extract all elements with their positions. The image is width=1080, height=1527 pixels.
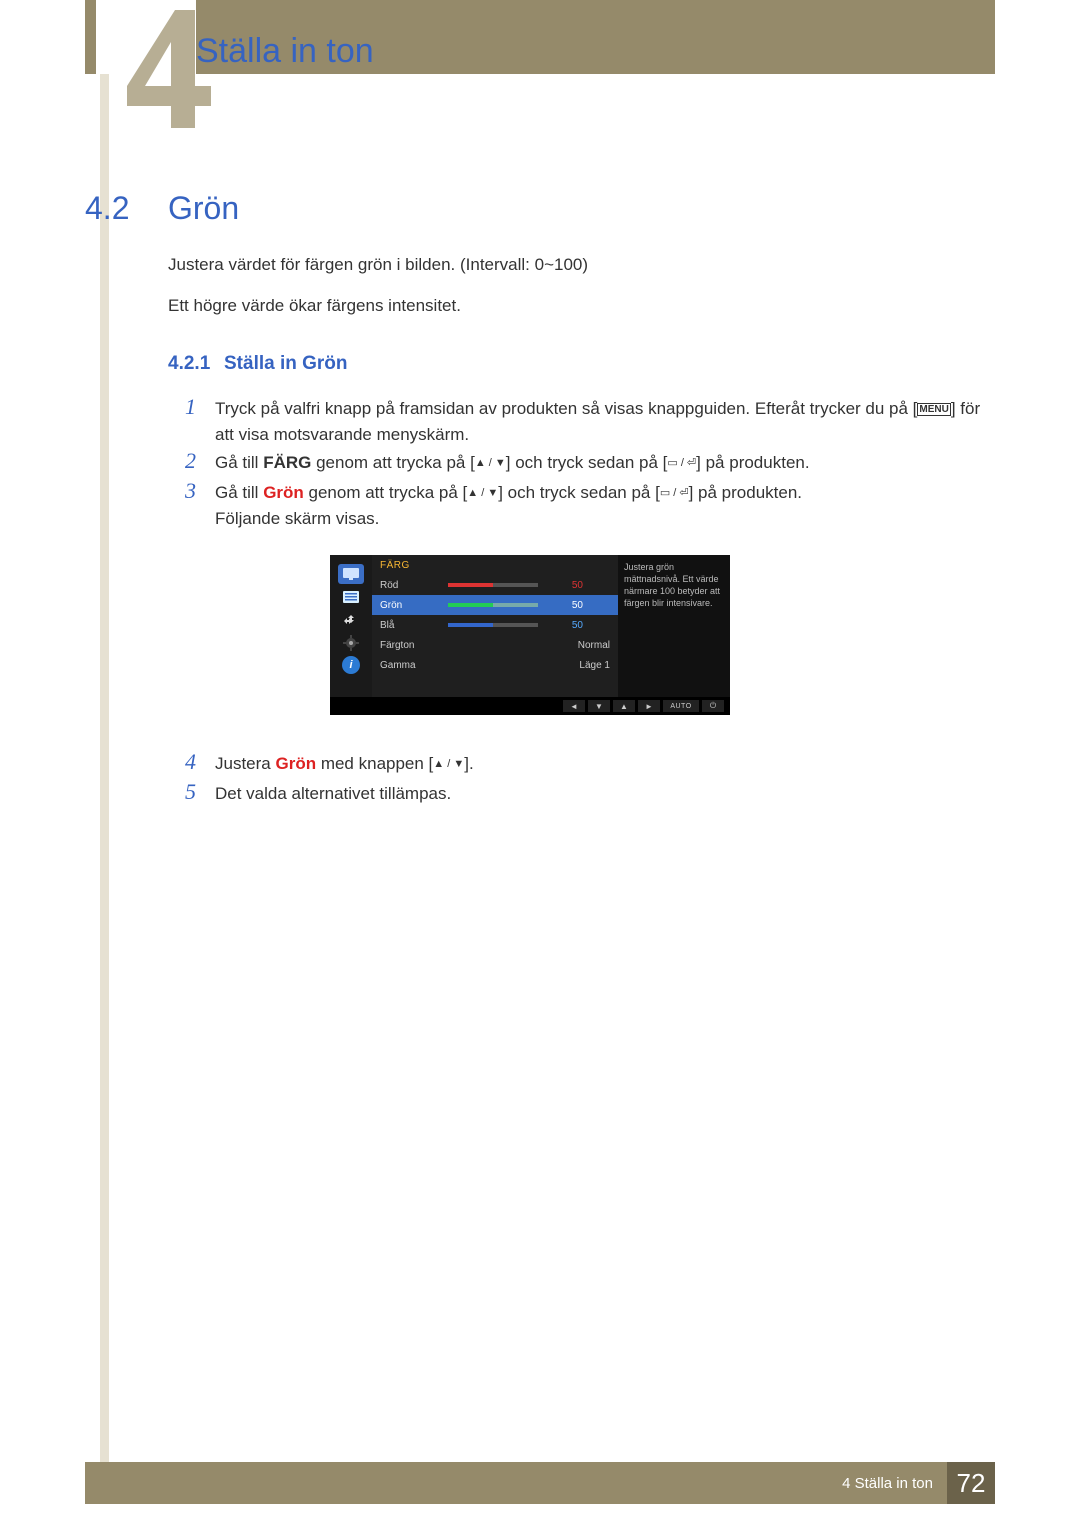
osd-red-value: 50: [548, 580, 583, 591]
up-down-icon: ▲ / ▼: [467, 488, 498, 499]
intro-line-1: Justera värdet för färgen grön i bilden.…: [168, 255, 588, 275]
step-3-b: genom att trycka på [: [304, 483, 467, 502]
step-1-text-a: Tryck på valfri knapp på framsidan av pr…: [215, 399, 917, 418]
footer-chapter-text: 4 Ställa in ton: [842, 1475, 933, 1492]
osd-tone-value: Normal: [550, 640, 610, 651]
osd-green-label: Grön: [380, 600, 448, 611]
step-3-c: ] och tryck sedan på [: [498, 483, 660, 502]
osd-gamma-label: Gamma: [380, 660, 448, 671]
step-3-e: Följande skärm visas.: [215, 509, 379, 528]
step-number-5: 5: [185, 779, 196, 805]
osd-icon-size: [338, 610, 364, 630]
step-number-1: 1: [185, 394, 196, 420]
step-3: Gå till Grön genom att trycka på [▲ / ▼]…: [215, 480, 985, 531]
osd-icon-info: i: [342, 656, 360, 674]
osd-icon-list: [338, 587, 364, 607]
osd-row-green: Grön 50: [372, 595, 618, 615]
step-2-keyword: FÄRG: [263, 453, 311, 472]
osd-green-value: 50: [548, 600, 583, 611]
footer-band: 4 Ställa in ton 72: [85, 1462, 995, 1504]
osd-nav-down-icon: ▼: [588, 700, 610, 712]
intro-line-2: Ett högre värde ökar färgens intensitet.: [168, 296, 461, 316]
osd-green-bar: [448, 603, 538, 607]
step-3-d: ] på produkten.: [689, 483, 802, 502]
step-4-keyword: Grön: [275, 754, 316, 773]
menu-button-icon: MENU: [917, 403, 950, 416]
osd-nav-left-icon: ◄: [563, 700, 585, 712]
enter-source-icon: ▭ / ⏎: [667, 458, 696, 469]
osd-category-icons: i: [330, 555, 372, 697]
osd-help-text: Justera grön mättnadsnivå. Ett värde när…: [618, 555, 730, 697]
page-number: 72: [947, 1462, 995, 1504]
step-4: Justera Grön med knappen [▲ / ▼].: [215, 751, 985, 777]
step-number-3: 3: [185, 478, 196, 504]
osd-gamma-value: Läge 1: [550, 660, 610, 671]
chapter-title: Ställa in ton: [196, 32, 374, 71]
step-2: Gå till FÄRG genom att trycka på [▲ / ▼]…: [215, 450, 985, 476]
step-3-keyword: Grön: [263, 483, 304, 502]
subsection-number: 4.2.1: [168, 353, 210, 375]
osd-nav-bar: ◄ ▼ ▲ ► AUTO ⏻: [330, 697, 730, 715]
up-down-icon: ▲ / ▼: [433, 759, 464, 770]
up-down-icon: ▲ / ▼: [475, 458, 506, 469]
osd-row-red: Röd 50: [372, 575, 618, 595]
osd-icon-picture: [338, 564, 364, 584]
osd-blue-bar: [448, 623, 538, 627]
enter-source-icon: ▭ / ⏎: [660, 488, 689, 499]
step-number-4: 4: [185, 749, 196, 775]
subsection-title: Ställa in Grön: [224, 353, 348, 375]
osd-icon-gear: [338, 633, 364, 653]
osd-blue-value: 50: [548, 620, 583, 631]
step-3-a: Gå till: [215, 483, 263, 502]
step-1: Tryck på valfri knapp på framsidan av pr…: [215, 396, 985, 447]
osd-menu-title: FÄRG: [372, 555, 618, 575]
osd-row-gamma: Gamma Läge 1: [372, 655, 618, 675]
step-2-a: Gå till: [215, 453, 263, 472]
step-2-b: genom att trycka på [: [311, 453, 474, 472]
osd-blue-label: Blå: [380, 620, 448, 631]
section-title: Grön: [168, 190, 239, 227]
osd-nav-power-icon: ⏻: [702, 700, 724, 712]
osd-menu-list: FÄRG Röd 50 Grön 50 Blå 50 Färgton Norma…: [372, 555, 618, 697]
osd-nav-right-icon: ►: [638, 700, 660, 712]
osd-red-label: Röd: [380, 580, 448, 591]
step-number-2: 2: [185, 448, 196, 474]
step-4-c: ].: [464, 754, 473, 773]
osd-nav-up-icon: ▲: [613, 700, 635, 712]
osd-tone-label: Färgton: [380, 640, 448, 651]
osd-row-blue: Blå 50: [372, 615, 618, 635]
osd-row-tone: Färgton Normal: [372, 635, 618, 655]
step-5-a: Det valda alternativet tillämpas.: [215, 784, 451, 803]
step-4-b: med knappen [: [316, 754, 433, 773]
step-5: Det valda alternativet tillämpas.: [215, 781, 985, 807]
osd-screenshot: i FÄRG Röd 50 Grön 50 Blå 50 Färgton: [330, 555, 730, 715]
osd-nav-auto: AUTO: [663, 700, 699, 712]
step-2-d: ] på produkten.: [696, 453, 809, 472]
step-4-a: Justera: [215, 754, 275, 773]
left-margin-stripe: [100, 74, 109, 1462]
step-2-c: ] och tryck sedan på [: [506, 453, 668, 472]
osd-red-bar: [448, 583, 538, 587]
section-number: 4.2: [85, 190, 129, 227]
